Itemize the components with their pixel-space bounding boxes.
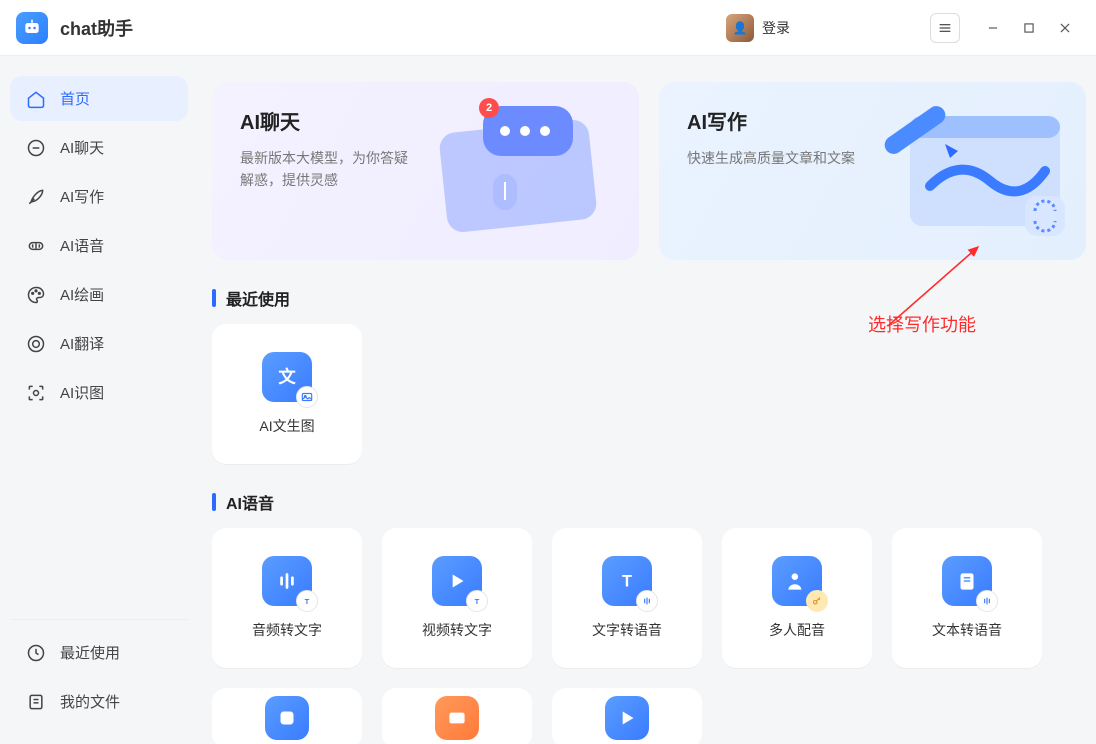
close-button[interactable] (1050, 13, 1080, 43)
chat-icon (26, 138, 46, 158)
sidebar-item-label: 最近使用 (60, 642, 120, 663)
sidebar-item-label: AI语音 (60, 235, 104, 256)
minimize-button[interactable] (978, 13, 1008, 43)
people-icon (772, 556, 822, 606)
login-button[interactable]: 👤 登录 (726, 14, 790, 42)
file-icon (26, 692, 46, 712)
app-logo (16, 12, 48, 44)
audio-sub-icon (976, 590, 998, 612)
text-icon: T (602, 556, 652, 606)
card-partial-3[interactable] (552, 688, 702, 744)
svg-text:T: T (622, 572, 632, 590)
history-icon (26, 643, 46, 663)
sidebar-item-label: AI识图 (60, 382, 104, 403)
audio-sub-icon (636, 590, 658, 612)
sidebar: 首页 AI聊天 AI写作 AI语音 AI绘画 AI翻译 (0, 56, 198, 744)
hamburger-menu[interactable] (930, 13, 960, 43)
hero-desc: 快速生成高质量文章和文案 (687, 147, 867, 169)
login-label: 登录 (762, 18, 790, 38)
palette-icon (26, 285, 46, 305)
hero-chat-art: 2 (423, 96, 623, 246)
sidebar-item-label: AI写作 (60, 186, 104, 207)
svg-text:文: 文 (278, 366, 296, 386)
card-text-to-audio[interactable]: 文本转语音 (892, 528, 1042, 668)
generic-icon (265, 696, 309, 740)
notification-badge: 2 (479, 98, 499, 118)
window-controls (978, 13, 1080, 43)
card-multi-voice[interactable]: 多人配音 (722, 528, 872, 668)
text-sub-icon: T (296, 590, 318, 612)
scan-icon (26, 383, 46, 403)
sidebar-item-label: AI绘画 (60, 284, 104, 305)
key-sub-icon (806, 590, 828, 612)
document-icon (942, 556, 992, 606)
audio-wave-icon: T (262, 556, 312, 606)
hero-write-art (870, 96, 1070, 246)
translate-icon (26, 334, 46, 354)
sidebar-item-label: AI翻译 (60, 333, 104, 354)
svg-text:T: T (475, 597, 480, 606)
generic-icon (605, 696, 649, 740)
card-text-to-speech[interactable]: T 文字转语音 (552, 528, 702, 668)
text-sub-icon: T (466, 590, 488, 612)
hero-card-write[interactable]: AI写作 快速生成高质量文章和文案 (659, 82, 1086, 260)
sidebar-item-label: 我的文件 (60, 691, 120, 712)
maximize-button[interactable] (1014, 13, 1044, 43)
card-partial-2[interactable] (382, 688, 532, 744)
sidebar-item-paint[interactable]: AI绘画 (10, 272, 188, 317)
main-content: AI聊天 最新版本大模型，为你答疑解惑，提供灵感 2 AI写作 快速生成高质量文… (198, 56, 1096, 744)
section-title-voice: AI语音 (212, 490, 1086, 514)
sidebar-item-home[interactable]: 首页 (10, 76, 188, 121)
home-icon (26, 89, 46, 109)
sidebar-item-label: AI聊天 (60, 137, 104, 158)
sidebar-item-vision[interactable]: AI识图 (10, 370, 188, 415)
card-label: 多人配音 (769, 620, 825, 640)
sidebar-item-label: 首页 (60, 88, 90, 109)
app-title: chat助手 (60, 15, 133, 41)
sidebar-item-translate[interactable]: AI翻译 (10, 321, 188, 366)
audio-icon (26, 236, 46, 256)
sidebar-item-voice[interactable]: AI语音 (10, 223, 188, 268)
card-label: 音频转文字 (252, 620, 322, 640)
sidebar-item-chat[interactable]: AI聊天 (10, 125, 188, 170)
sidebar-item-write[interactable]: AI写作 (10, 174, 188, 219)
avatar: 👤 (726, 14, 754, 42)
image-sub-icon (296, 386, 318, 408)
sidebar-recent[interactable]: 最近使用 (10, 630, 188, 675)
card-label: AI文生图 (259, 416, 314, 436)
video-play-icon: T (432, 556, 482, 606)
card-label: 文本转语音 (932, 620, 1002, 640)
section-title-recent: 最近使用 (212, 286, 1086, 310)
svg-text:T: T (305, 597, 310, 606)
card-label: 文字转语音 (592, 620, 662, 640)
generic-icon (435, 696, 479, 740)
card-label: 视频转文字 (422, 620, 492, 640)
hero-desc: 最新版本大模型，为你答疑解惑，提供灵感 (240, 147, 420, 192)
text-to-image-icon: 文 (262, 352, 312, 402)
card-video-to-text[interactable]: T 视频转文字 (382, 528, 532, 668)
hero-card-chat[interactable]: AI聊天 最新版本大模型，为你答疑解惑，提供灵感 2 (212, 82, 639, 260)
card-partial-1[interactable] (212, 688, 362, 744)
card-text-to-image[interactable]: 文 AI文生图 (212, 324, 362, 464)
card-audio-to-text[interactable]: T 音频转文字 (212, 528, 362, 668)
feather-icon (26, 187, 46, 207)
titlebar: chat助手 👤 登录 (0, 0, 1096, 56)
sidebar-files[interactable]: 我的文件 (10, 679, 188, 724)
